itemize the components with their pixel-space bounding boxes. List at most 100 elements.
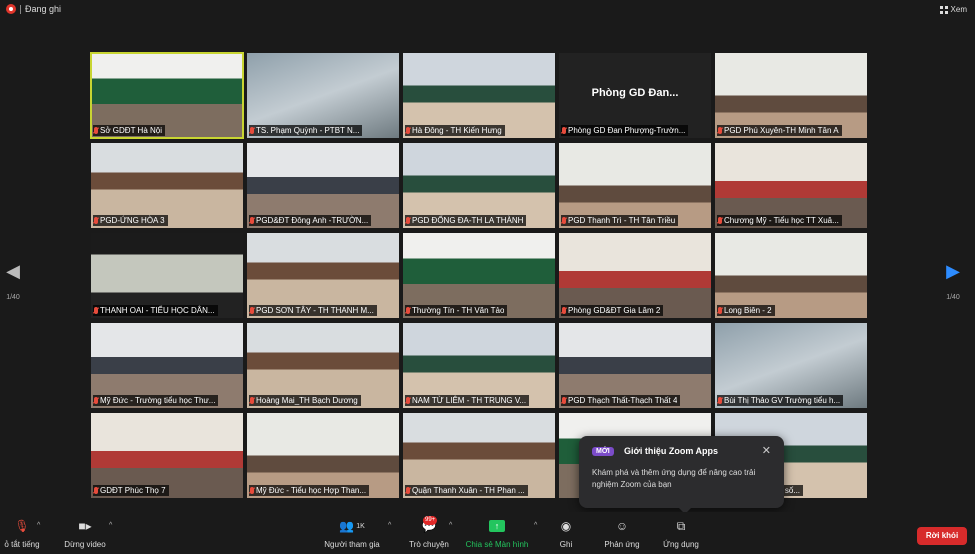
chevron-up-icon[interactable]: ^ [388,522,391,529]
participant-tile[interactable]: PGD SƠN TÂY - TH THANH M... [247,233,399,318]
participant-name: NAM TỪ LIÊM - TH TRUNG V... [412,396,527,405]
next-page-button[interactable]: ▶ 1/40 [940,262,966,301]
video-label: Dừng video [64,540,106,549]
participant-name-tag: Mỹ Đức - Tiểu học Hợp Than... [249,485,370,496]
participant-name: PGD Phú Xuyên-TH Minh Tân A [724,126,839,135]
participant-name-tag: Sở GDĐT Hà Nội [93,125,165,136]
participant-name-tag: PGD SƠN TÂY - TH THANH M... [249,305,377,316]
participant-name: Phòng GD&ĐT Gia Lâm 2 [568,306,661,315]
participant-name: PGD-ỨNG HÒA 3 [100,216,165,225]
participants-label: Người tham gia [324,540,380,549]
zoom-apps-popup[interactable]: MỚI Giới thiệu Zoom Apps ✕ Khám phá và t… [579,436,784,514]
divider [20,4,21,14]
video-camera-icon: ■▸ [78,519,92,533]
stop-video-button[interactable]: ■▸ Dừng video [60,518,110,549]
participant-name: PGD ĐỐNG ĐA-TH LA THÀNH [412,216,524,225]
participant-tile[interactable]: Phòng GD&ĐT Gia Lâm 2 [559,233,711,318]
participant-tile[interactable]: THANH OAI - TIỂU HỌC DÂN... [91,233,243,318]
microphone-muted-icon [406,127,410,134]
participant-name-tag: PGD Thanh Trì - TH Tân Triều [561,215,679,226]
share-screen-button[interactable]: ↑ Chia sẻ Màn hình [461,518,533,549]
participant-tile[interactable]: PGD-ỨNG HÒA 3 [91,143,243,228]
participant-tile[interactable]: NAM TỪ LIÊM - TH TRUNG V... [403,323,555,408]
participant-name-tag: Thường Tín - TH Văn Tảo [405,305,508,316]
participant-name-tag: PGD Thạch Thất-Thạch Thất 4 [561,395,681,406]
participant-name: Hoàng Mai_TH Bạch Dương [256,396,358,405]
record-label: Ghi [559,540,573,549]
chevron-left-icon: ◀ [6,261,20,281]
participant-tile[interactable]: Long Biên - 2 [715,233,867,318]
participant-name: Mỹ Đức - Tiểu học Hợp Than... [256,486,367,495]
share-screen-icon: ↑ [461,518,533,534]
recording-indicator[interactable]: Đang ghi [6,4,61,14]
view-button[interactable]: Xem [939,5,967,14]
participant-tile[interactable]: Mỹ Đức - Trường tiểu học Thư... [91,323,243,408]
microphone-muted-icon [250,397,254,404]
participant-tile[interactable]: PGD Thanh Trì - TH Tân Triều [559,143,711,228]
top-bar: Đang ghi Xem [0,0,975,22]
chat-button[interactable]: 💬 99+ Trò chuyện [403,516,455,549]
view-label: Xem [950,5,967,14]
chevron-up-icon[interactable]: ^ [449,522,452,529]
apps-button[interactable]: ⧉ Ứng dụng [658,518,704,550]
participant-name: THANH OAI - TIỂU HỌC DÂN... [100,306,215,315]
popup-body: Khám phá và thêm ứng dụng để nâng cao tr… [592,468,756,489]
participant-tile[interactable]: Mỹ Đức - Tiểu học Hợp Than... [247,413,399,498]
previous-page-button[interactable]: ◀ 1/40 [0,262,26,301]
chevron-up-icon[interactable]: ^ [534,522,537,529]
participant-name: Mỹ Đức - Trường tiểu học Thư... [100,396,216,405]
page-indicator-right: 1/40 [946,294,960,301]
participant-tile[interactable]: Phòng GD Đan... Phòng GD Đan Phượng-Trườn… [559,53,711,138]
chat-label: Trò chuyện [409,540,449,549]
participant-name: Thường Tín - TH Văn Tảo [412,306,505,315]
participant-name: GDĐT Phúc Thọ 7 [100,486,166,495]
microphone-muted-icon [562,217,566,224]
chevron-up-icon[interactable]: ^ [109,522,112,529]
microphone-muted-icon [406,217,410,224]
microphone-muted-icon [718,127,722,134]
participant-tile[interactable]: Hà Đông - TH Kiến Hưng [403,53,555,138]
microphone-muted-icon [406,487,410,494]
participant-tile[interactable]: Bùi Thị Thảo GV Trường tiểu h... [715,323,867,408]
meeting-toolbar: 🎙 ỏ tắt tiếng ^ ■▸ Dừng video ^ 👥 1K Ngườ… [0,512,975,554]
participant-tile[interactable]: Sở GDĐT Hà Nội [90,52,244,139]
record-icon: ◉ [560,519,572,533]
participant-name-tag: Hoàng Mai_TH Bạch Dương [249,395,361,406]
participant-name-tag: Mỹ Đức - Trường tiểu học Thư... [93,395,219,406]
leave-button[interactable]: Rời khỏi [917,527,967,545]
record-button[interactable]: ◉ Ghi [553,518,579,549]
participant-tile[interactable]: Hoàng Mai_TH Bạch Dương [247,323,399,408]
reactions-label: Phản ứng [604,540,640,549]
participant-name-tag: Bùi Thị Thảo GV Trường tiểu h... [717,395,844,406]
participant-name: Chương Mỹ - Tiểu học TT Xuâ... [724,216,839,225]
participant-name: Long Biên - 2 [724,306,772,315]
participant-tile[interactable]: Quận Thanh Xuân - TH Phan ... [403,413,555,498]
microphone-muted-icon [718,397,722,404]
page-indicator-left: 1/40 [6,294,20,301]
participant-name-tag: Phòng GD&ĐT Gia Lâm 2 [561,305,664,316]
smiley-icon: ☺ [615,519,629,533]
participant-tile[interactable]: PGD ĐỐNG ĐA-TH LA THÀNH [403,143,555,228]
participant-tile[interactable]: Chương Mỹ - Tiểu học TT Xuâ... [715,143,867,228]
participant-tile[interactable]: Thường Tín - TH Văn Tảo [403,233,555,318]
reactions-button[interactable]: ☺ Phản ứng [600,518,644,549]
recording-label: Đang ghi [25,4,62,14]
participant-tile[interactable]: PGD&ĐT Đông Anh -TRƯỜN... [247,143,399,228]
participant-name-tag: Hà Đông - TH Kiến Hưng [405,125,505,136]
microphone-muted-icon [562,127,566,134]
microphone-muted-icon [94,487,98,494]
participant-tile[interactable]: TS. Phạm Quỳnh - PTBT N... [247,53,399,138]
mute-label: ỏ tắt tiếng [4,540,40,549]
close-icon[interactable]: ✕ [762,444,771,457]
participants-button[interactable]: 👥 1K Người tham gia [318,518,386,549]
participant-tile[interactable]: PGD Thạch Thất-Thạch Thất 4 [559,323,711,408]
participant-tile[interactable]: PGD Phú Xuyên-TH Minh Tân A [715,53,867,138]
chevron-up-icon[interactable]: ^ [37,522,40,529]
participant-name: Phòng GD Đan Phượng-Trườn... [568,126,686,135]
microphone-muted-icon [718,217,722,224]
grid-view-icon [939,5,948,14]
participant-tile[interactable]: GDĐT Phúc Thọ 7 [91,413,243,498]
participants-icon: 👥 1K [339,519,365,533]
participant-name-tag: PGD&ĐT Đông Anh -TRƯỜN... [249,215,372,226]
participant-name: Bùi Thị Thảo GV Trường tiểu h... [724,396,841,405]
